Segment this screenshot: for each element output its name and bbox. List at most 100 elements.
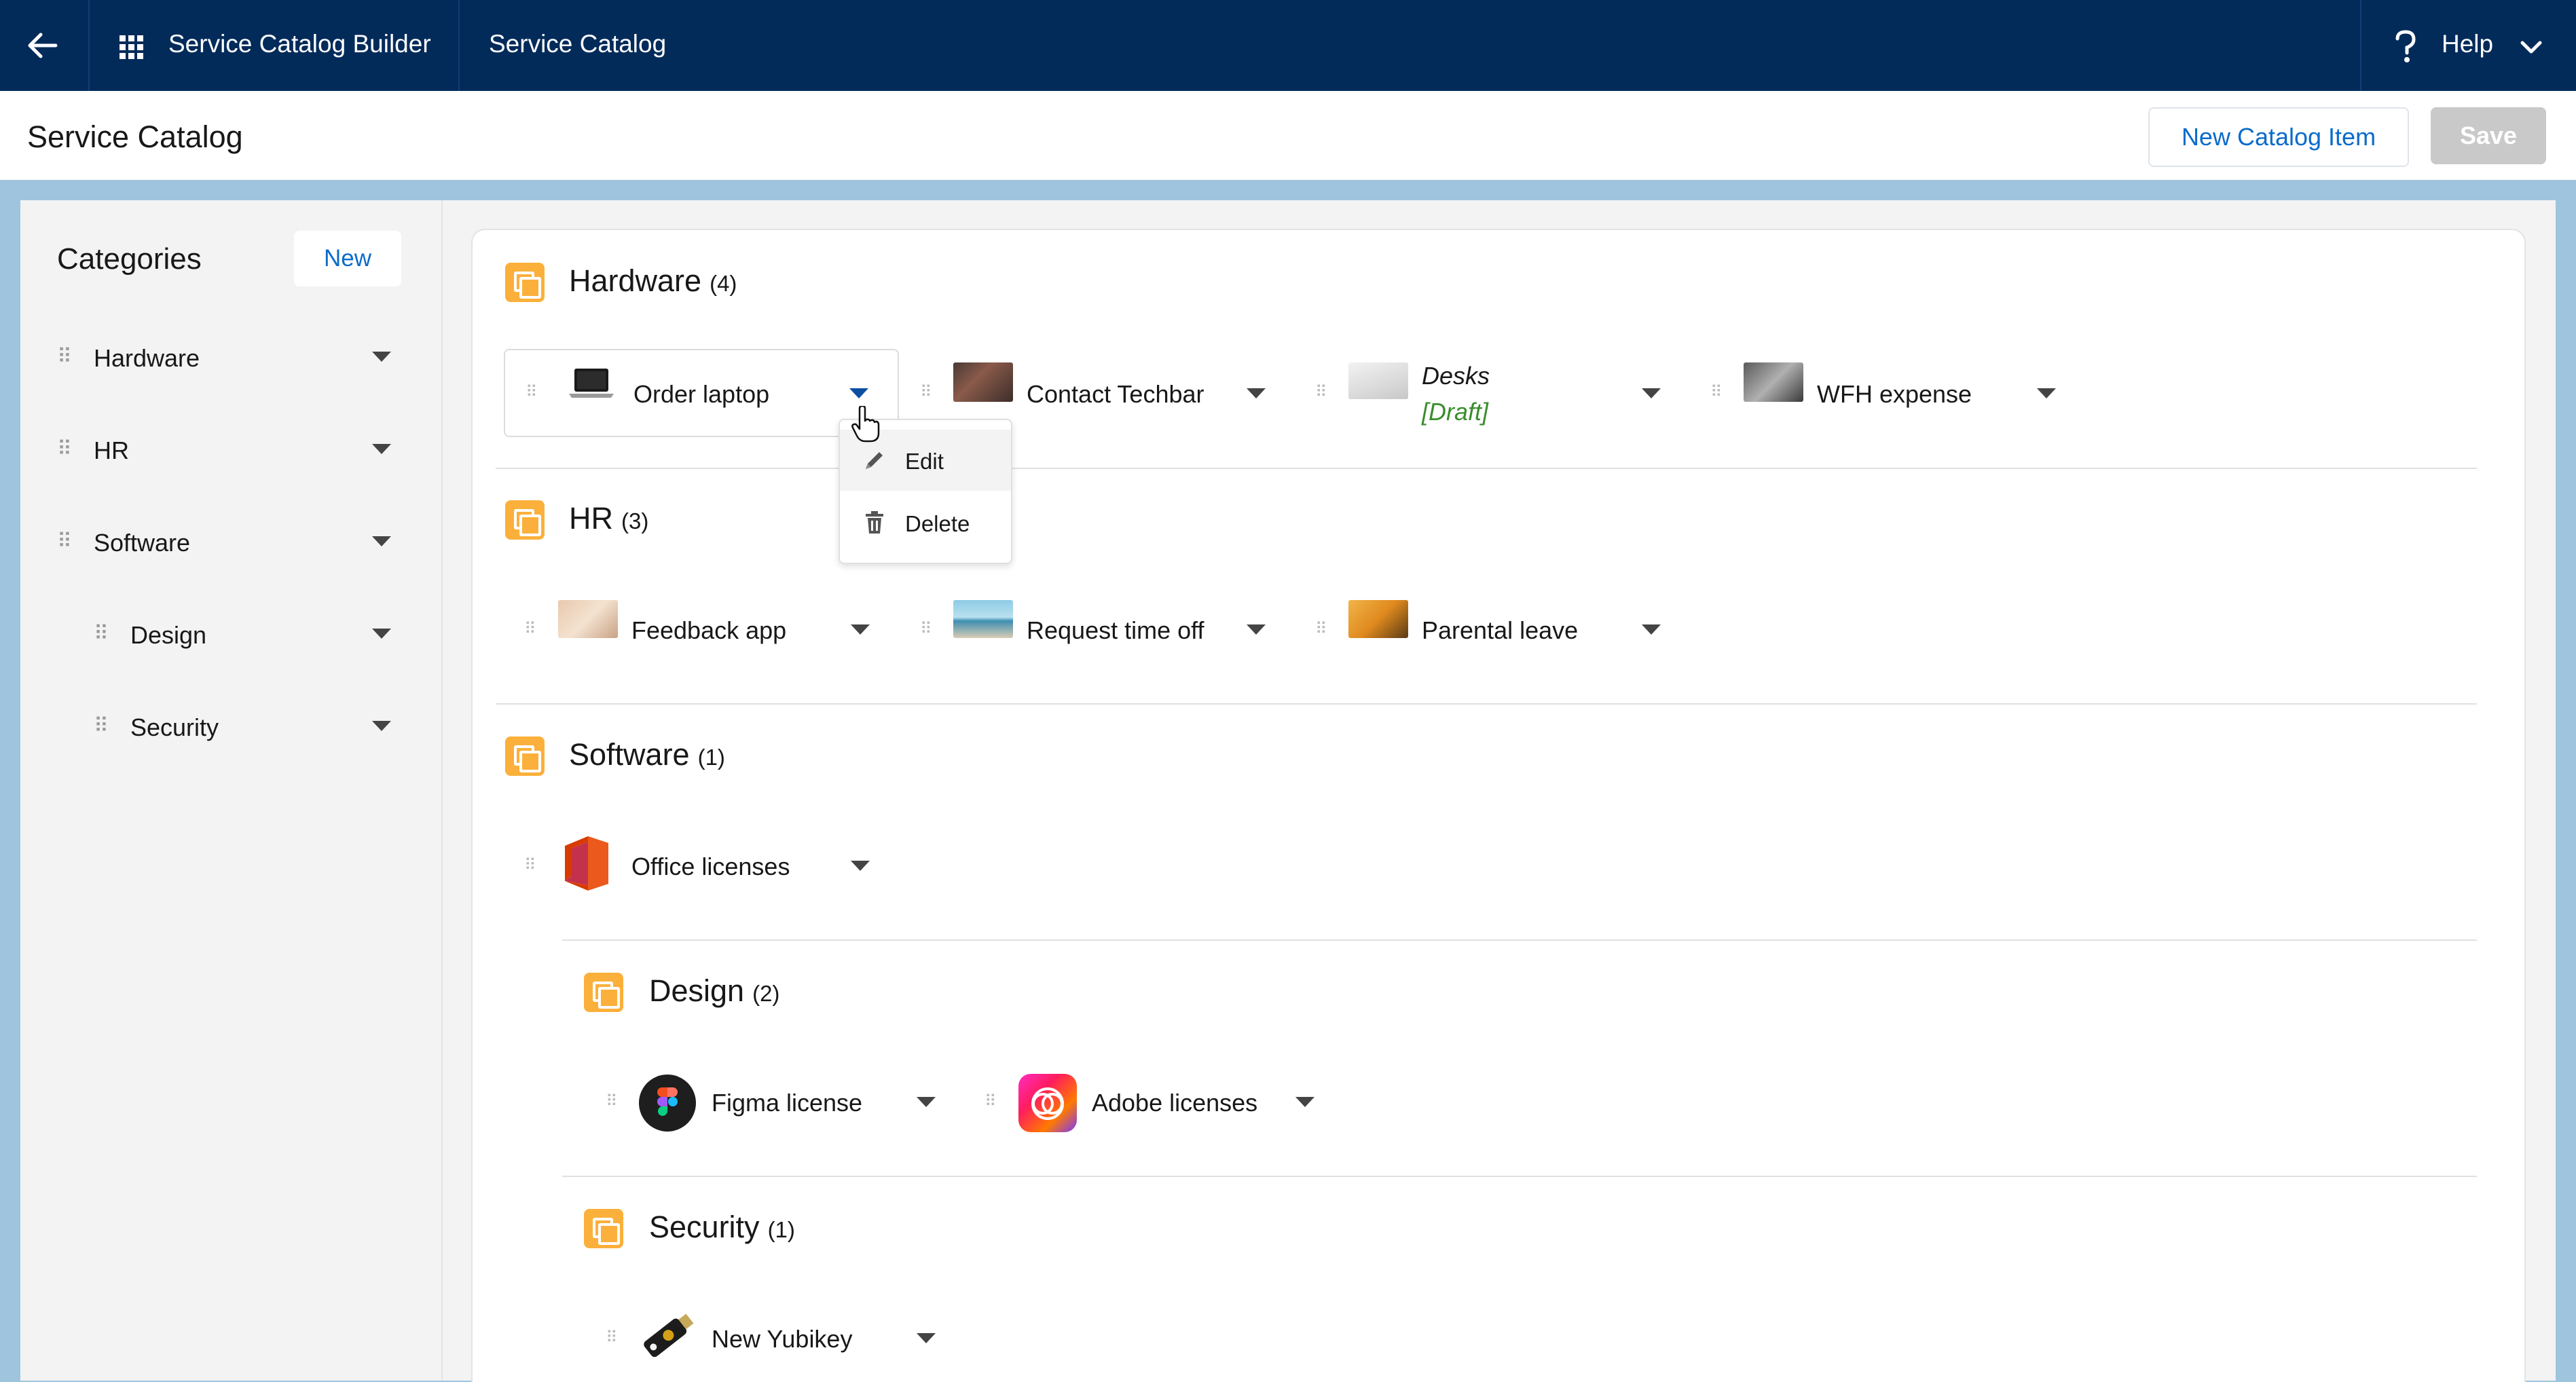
help-icon[interactable] bbox=[2394, 30, 2417, 64]
chevron-down-icon[interactable] bbox=[917, 1333, 936, 1343]
item-label: Adobe licenses bbox=[1092, 1089, 1258, 1117]
category-icon bbox=[505, 500, 545, 540]
back-icon[interactable] bbox=[26, 31, 58, 60]
drag-handle-icon[interactable]: ⠿ bbox=[57, 529, 72, 553]
chevron-down-icon[interactable] bbox=[2520, 41, 2542, 54]
hand-cursor-icon bbox=[851, 405, 880, 443]
sidebar-item-design[interactable]: Design bbox=[130, 621, 206, 650]
drag-handle-icon[interactable]: ⠿ bbox=[57, 345, 72, 369]
chevron-down-icon[interactable] bbox=[851, 624, 870, 635]
app-launcher-icon[interactable] bbox=[119, 35, 144, 60]
menu-item-delete[interactable]: Delete bbox=[840, 492, 1011, 553]
help-menu[interactable]: Help bbox=[2442, 30, 2493, 58]
drag-handle-icon[interactable]: ⠿ bbox=[1710, 382, 1723, 402]
drag-handle-icon[interactable]: ⠿ bbox=[1315, 382, 1327, 402]
menu-item-label: Delete bbox=[905, 511, 970, 536]
pencil-icon bbox=[863, 449, 886, 472]
topbar-divider bbox=[88, 0, 90, 91]
adobe-cc-logo-icon bbox=[1018, 1074, 1077, 1132]
drag-handle-icon[interactable]: ⠿ bbox=[920, 619, 932, 639]
item-label: Request time off bbox=[1027, 616, 1204, 644]
chevron-down-icon[interactable] bbox=[1247, 624, 1266, 635]
item-label: New Yubikey bbox=[712, 1325, 853, 1353]
chevron-down-icon[interactable] bbox=[2037, 388, 2056, 398]
chevron-down-icon[interactable] bbox=[1247, 388, 1266, 398]
drag-handle-icon[interactable]: ⠿ bbox=[1315, 619, 1327, 639]
app-name: Service Catalog Builder bbox=[168, 30, 431, 58]
drag-handle-icon[interactable]: ⠿ bbox=[524, 619, 536, 639]
section-divider bbox=[496, 468, 2477, 469]
chevron-down-icon[interactable] bbox=[372, 536, 391, 546]
item-count: (3) bbox=[621, 508, 649, 534]
save-button[interactable]: Save bbox=[2431, 107, 2546, 164]
item-count: (4) bbox=[710, 271, 737, 296]
chevron-down-icon[interactable] bbox=[372, 629, 391, 639]
figma-logo-icon bbox=[638, 1074, 697, 1132]
item-thumbnail bbox=[953, 600, 1013, 638]
item-label: Figma license bbox=[712, 1089, 863, 1117]
menu-item-label: Edit bbox=[905, 449, 944, 474]
page-title: Service Catalog bbox=[27, 119, 243, 154]
drag-handle-icon[interactable]: ⠿ bbox=[526, 382, 538, 402]
item-count: (2) bbox=[752, 981, 780, 1006]
category-title-security: Security (1) bbox=[649, 1210, 795, 1244]
category-icon bbox=[584, 1209, 623, 1248]
item-thumbnail bbox=[1348, 362, 1408, 399]
new-catalog-item-button[interactable]: New Catalog Item bbox=[2148, 107, 2409, 167]
drag-handle-icon[interactable]: ⠿ bbox=[985, 1091, 997, 1111]
chevron-down-icon[interactable] bbox=[851, 861, 870, 871]
chevron-down-icon[interactable] bbox=[372, 352, 391, 362]
item-label: Parental leave bbox=[1422, 616, 1579, 644]
category-title-software: Software (1) bbox=[569, 737, 725, 772]
item-count: (1) bbox=[697, 745, 725, 770]
tab-service-catalog[interactable]: Service Catalog bbox=[489, 30, 666, 58]
chevron-down-icon[interactable] bbox=[1642, 388, 1661, 398]
item-thumbnail bbox=[1348, 600, 1408, 638]
category-icon bbox=[584, 973, 623, 1012]
item-label: Office licenses bbox=[631, 853, 790, 880]
chevron-down-icon[interactable] bbox=[372, 721, 391, 731]
sidebar-item-software[interactable]: Software bbox=[94, 529, 190, 557]
drag-handle-icon[interactable]: ⠿ bbox=[57, 437, 72, 461]
section-divider bbox=[562, 939, 2477, 941]
new-category-button[interactable]: New bbox=[294, 231, 401, 286]
category-title-design: Design (2) bbox=[649, 973, 780, 1008]
drag-handle-icon[interactable]: ⠿ bbox=[94, 714, 109, 738]
laptop-icon bbox=[568, 367, 615, 399]
trash-icon bbox=[864, 511, 885, 534]
sidebar-item-security[interactable]: Security bbox=[130, 713, 219, 742]
category-icon bbox=[505, 736, 545, 776]
drag-handle-icon[interactable]: ⠿ bbox=[94, 622, 109, 646]
topbar-divider bbox=[458, 0, 460, 91]
item-label: Contact Techbar bbox=[1027, 380, 1204, 408]
sidebar-item-hr[interactable]: HR bbox=[94, 436, 129, 465]
chevron-down-icon[interactable] bbox=[1642, 624, 1661, 635]
chevron-down-icon[interactable] bbox=[1295, 1097, 1314, 1107]
item-label: Desks bbox=[1422, 362, 1490, 390]
chevron-down-icon[interactable] bbox=[849, 388, 868, 398]
item-thumbnail bbox=[558, 600, 618, 638]
section-divider bbox=[562, 1176, 2477, 1177]
office-logo-icon bbox=[562, 834, 611, 893]
category-icon bbox=[505, 263, 545, 302]
category-title-hardware: Hardware (4) bbox=[569, 263, 737, 298]
topbar-divider bbox=[2360, 0, 2361, 91]
categories-heading: Categories bbox=[57, 242, 202, 276]
drag-handle-icon[interactable]: ⠿ bbox=[606, 1328, 618, 1347]
item-thumbnail bbox=[953, 362, 1013, 402]
draft-status: [Draft] bbox=[1422, 398, 1489, 426]
drag-handle-icon[interactable]: ⠿ bbox=[920, 382, 932, 402]
categories-sidebar bbox=[20, 200, 441, 1381]
sidebar-item-hardware[interactable]: Hardware bbox=[94, 344, 200, 373]
item-label: Order laptop bbox=[633, 380, 770, 408]
yubikey-icon bbox=[637, 1307, 698, 1363]
drag-handle-icon[interactable]: ⠿ bbox=[606, 1091, 618, 1111]
section-divider bbox=[496, 703, 2477, 705]
drag-handle-icon[interactable]: ⠿ bbox=[524, 855, 536, 875]
chevron-down-icon[interactable] bbox=[917, 1097, 936, 1107]
chevron-down-icon[interactable] bbox=[372, 444, 391, 454]
category-title-hr: HR (3) bbox=[569, 501, 649, 536]
item-thumbnail bbox=[1744, 362, 1803, 402]
item-label: Feedback app bbox=[631, 616, 787, 644]
item-count: (1) bbox=[767, 1217, 795, 1242]
